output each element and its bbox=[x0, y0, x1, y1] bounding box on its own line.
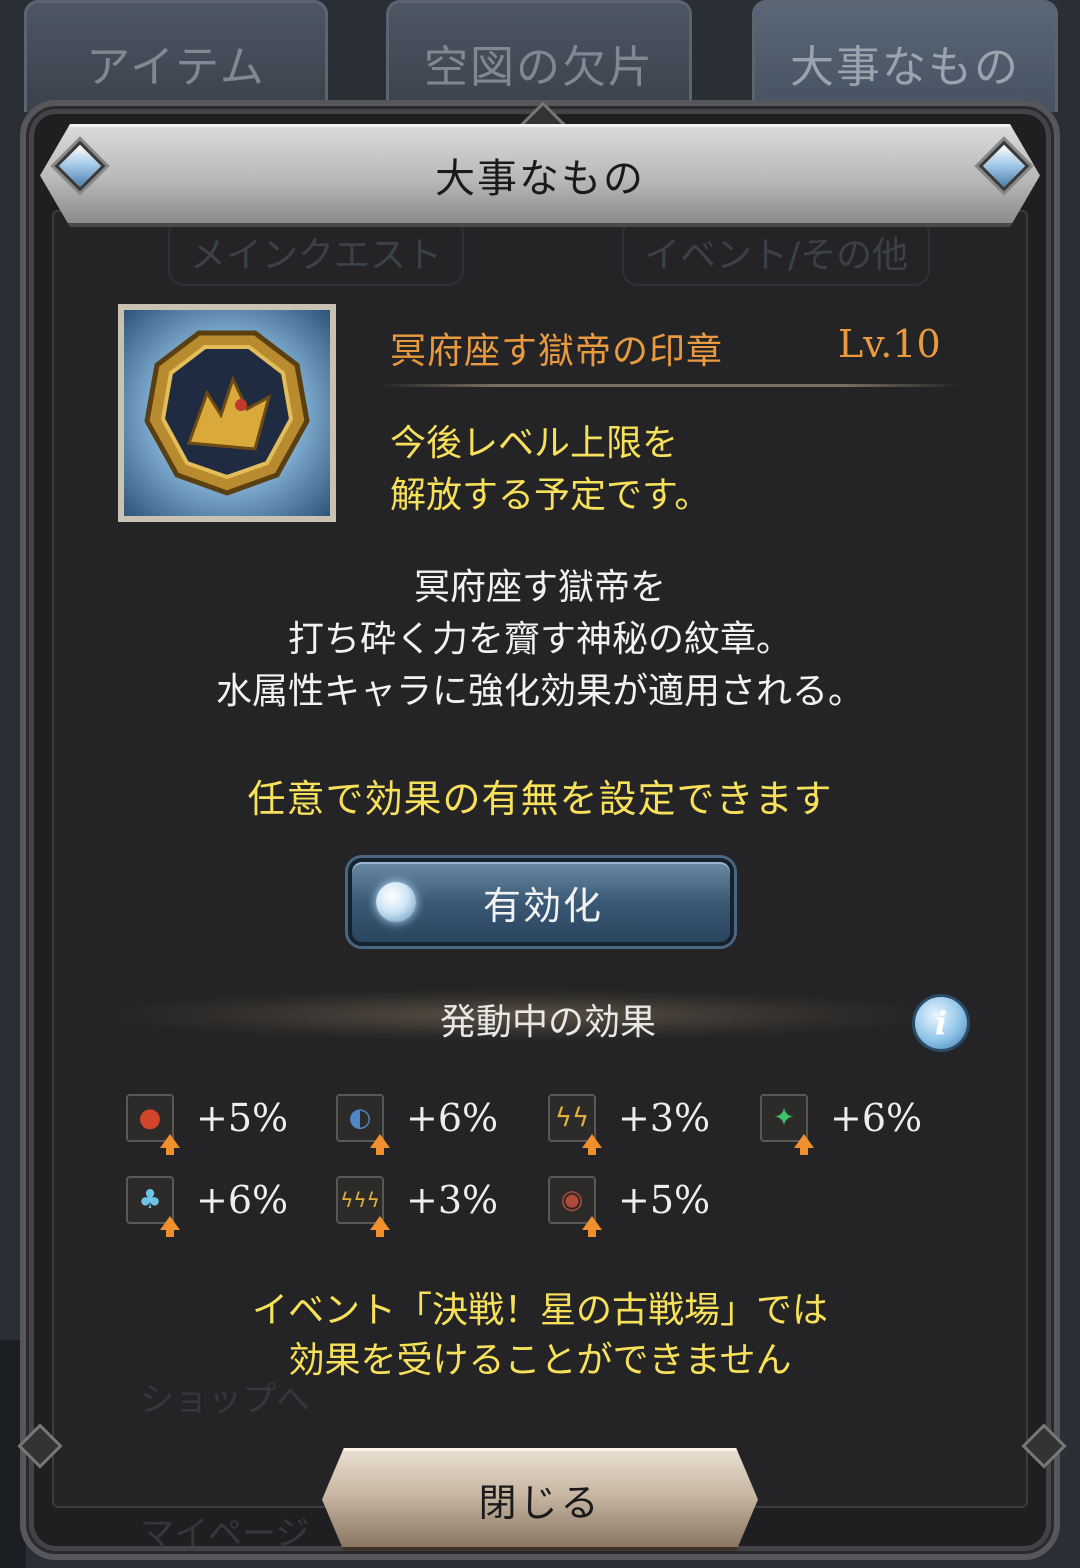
item-image bbox=[118, 304, 336, 522]
effect-item: ♣ +6% bbox=[126, 1172, 289, 1237]
item-description: 冥府座す獄帝を 打ち砕く力を齎す神秘の紋章。 水属性キャラに強化効果が適用される… bbox=[0, 562, 1080, 718]
triple-attack-up-icon: ϟϟϟ bbox=[336, 1176, 390, 1237]
close-button[interactable]: 閉じる bbox=[322, 1448, 758, 1551]
level-note-line: 今後レベル上限を bbox=[390, 423, 679, 464]
tab-label: 大事なもの bbox=[790, 41, 1020, 93]
effect-value: +5% bbox=[618, 1178, 711, 1222]
mypage-link-ghost: マイページ bbox=[140, 1514, 310, 1554]
filter-label: イベント/その他 bbox=[644, 235, 909, 276]
tab-label: 空図の欠片 bbox=[424, 41, 654, 93]
tab-label: アイテム bbox=[86, 41, 266, 93]
description-line: 打ち砕く力を齎す神秘の紋章。 bbox=[287, 619, 792, 660]
effect-value: +5% bbox=[196, 1096, 289, 1140]
dialog-title-bar: 大事なもの bbox=[40, 124, 1040, 227]
heal-sparkle-up-icon: ✦ bbox=[760, 1094, 814, 1155]
event-restriction-note: イベント「決戦！星の古戦場」では 効果を受けることができません bbox=[0, 1286, 1080, 1386]
toggle-label: 有効化 bbox=[482, 883, 603, 928]
effect-value: +6% bbox=[830, 1096, 923, 1140]
toggle-indicator-icon bbox=[376, 882, 416, 922]
description-line: 水属性キャラに強化効果が適用される。 bbox=[215, 671, 864, 712]
description-line: 冥府座す獄帝を bbox=[413, 567, 666, 608]
effect-value: +6% bbox=[196, 1178, 289, 1222]
tab-items[interactable]: アイテム bbox=[24, 0, 328, 112]
info-icon[interactable]: i bbox=[912, 994, 970, 1052]
seal-medallion-graphic bbox=[144, 330, 310, 496]
double-attack-up-icon: ϟϟ bbox=[548, 1094, 602, 1155]
effect-value: +3% bbox=[618, 1096, 711, 1140]
hp-up-icon: ♣ bbox=[126, 1176, 180, 1237]
event-note-line: イベント「決戦！星の古戦場」では bbox=[251, 1290, 828, 1331]
effect-item: ◉ +5% bbox=[548, 1172, 711, 1237]
item-name-divider bbox=[380, 384, 960, 387]
effect-item: ✦ +6% bbox=[760, 1090, 923, 1155]
dialog-title: 大事なもの bbox=[435, 156, 645, 202]
filter-main-quest: メインクエスト bbox=[168, 218, 465, 286]
effect-option-note: 任意で効果の有無を設定できます bbox=[247, 777, 833, 821]
effect-item: ϟϟ +3% bbox=[548, 1090, 711, 1155]
tab-important-items[interactable]: 大事なもの bbox=[752, 0, 1058, 112]
filter-event-other: イベント/その他 bbox=[622, 218, 931, 286]
effect-item: ϟϟϟ +3% bbox=[336, 1172, 499, 1237]
effect-item: ◐ +6% bbox=[336, 1090, 499, 1155]
level-cap-note: 今後レベル上限を 解放する予定です。 bbox=[390, 418, 710, 522]
debuff-resist-up-icon: ◉ bbox=[548, 1176, 602, 1237]
event-note-line: 効果を受けることができません bbox=[288, 1340, 792, 1381]
enable-effect-toggle[interactable]: 有効化 bbox=[348, 858, 734, 946]
fire-attack-up-icon: ● bbox=[126, 1094, 180, 1155]
effect-value: +6% bbox=[406, 1096, 499, 1140]
seal-medallion-icon bbox=[124, 310, 330, 516]
tab-sky-map-fragments[interactable]: 空図の欠片 bbox=[386, 0, 692, 112]
level-note-line: 解放する予定です。 bbox=[390, 475, 711, 516]
effect-value: +3% bbox=[406, 1178, 499, 1222]
item-name: 冥府座す獄帝の印章 bbox=[390, 331, 724, 372]
close-label: 閉じる bbox=[478, 1480, 602, 1525]
shield-defense-up-icon: ◐ bbox=[336, 1094, 390, 1155]
item-level: Lv.10 bbox=[838, 322, 941, 366]
effect-item: ● +5% bbox=[126, 1090, 289, 1155]
filter-label: メインクエスト bbox=[190, 235, 443, 276]
